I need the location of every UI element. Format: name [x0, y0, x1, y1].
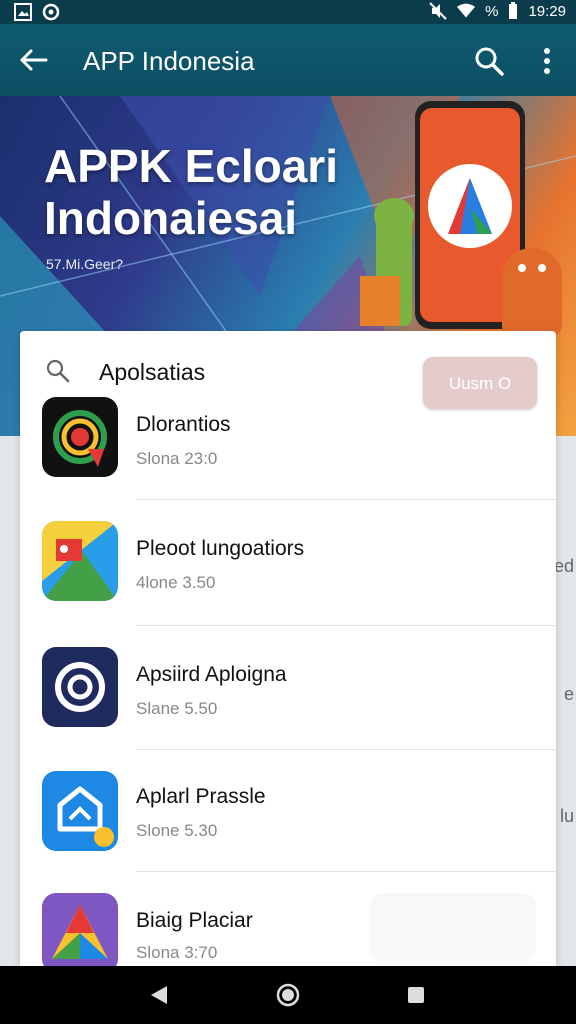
item-name: Dlorantios: [136, 413, 231, 436]
clock: 19:29: [528, 2, 566, 20]
battery-icon: [509, 2, 518, 19]
item-meta: Slona 23:0: [136, 449, 218, 468]
system-nav-bar: [0, 966, 576, 1024]
app-title: APP Indonesia: [83, 46, 255, 76]
app-icon-home-refresh: [42, 771, 118, 851]
list-item[interactable]: Apsiird Aploigna Slane 5.50: [20, 641, 556, 765]
battery-percent: %: [485, 2, 499, 20]
item-meta: 4lone 3.50: [136, 573, 216, 592]
item-name: Biaig Placiar: [136, 909, 253, 932]
banner-subtitle: 57.Mi.Geer?: [46, 256, 124, 272]
app-icon-camera: [42, 397, 118, 477]
item-meta: Slane 5.50: [136, 699, 218, 718]
app-list-card: Apolsatias Uusm O Dlorantios Slona 23:0 …: [20, 331, 556, 971]
banner-title-line2: Indonaiesai: [44, 192, 298, 244]
more-vert-icon[interactable]: [530, 44, 564, 78]
banner-title-line1: APPK Ecloari: [44, 140, 338, 192]
app-icon-triangle: [42, 893, 118, 971]
gallery-notification-icon: [14, 3, 32, 21]
search-icon[interactable]: [44, 357, 72, 385]
search-icon[interactable]: [472, 44, 506, 78]
list-item[interactable]: Pleoot lungoatiors 4lone 3.50: [20, 515, 556, 639]
status-bar: % 19:29: [0, 0, 576, 24]
app-icon-ring: [42, 647, 118, 727]
right-edge-text-1: ed: [553, 556, 574, 576]
app-icon-gallery: [42, 521, 118, 601]
nav-recents-icon[interactable]: [401, 980, 431, 1010]
divider: [136, 499, 556, 500]
item-name: Pleoot lungoatiors: [136, 537, 305, 560]
list-item[interactable]: Dlorantios Slona 23:0: [20, 391, 556, 515]
item-meta: Slona 3:70: [136, 943, 218, 962]
divider: [136, 749, 556, 750]
item-name: Apsiird Aploigna: [136, 663, 287, 686]
card-search-label[interactable]: Apolsatias: [99, 359, 205, 386]
ghost-button[interactable]: [370, 893, 536, 961]
sync-notification-icon: [42, 3, 60, 21]
mute-icon: [429, 2, 447, 20]
right-edge-text-3: lu: [559, 806, 574, 826]
item-name: Aplarl Prassle: [136, 785, 266, 808]
right-edge-text-2: e: [563, 684, 574, 704]
app-bar: APP Indonesia: [0, 24, 576, 96]
divider: [136, 871, 556, 872]
divider: [136, 625, 556, 626]
nav-home-icon[interactable]: [273, 980, 303, 1010]
nav-back-icon[interactable]: [145, 980, 175, 1010]
wifi-icon: [457, 3, 476, 18]
item-meta: Slone 5.30: [136, 821, 218, 840]
banner-title: APPK Ecloari Indonaiesai: [44, 140, 338, 244]
list-item[interactable]: Aplarl Prassle Slone 5.30: [20, 765, 556, 889]
back-arrow-icon[interactable]: [16, 42, 52, 78]
